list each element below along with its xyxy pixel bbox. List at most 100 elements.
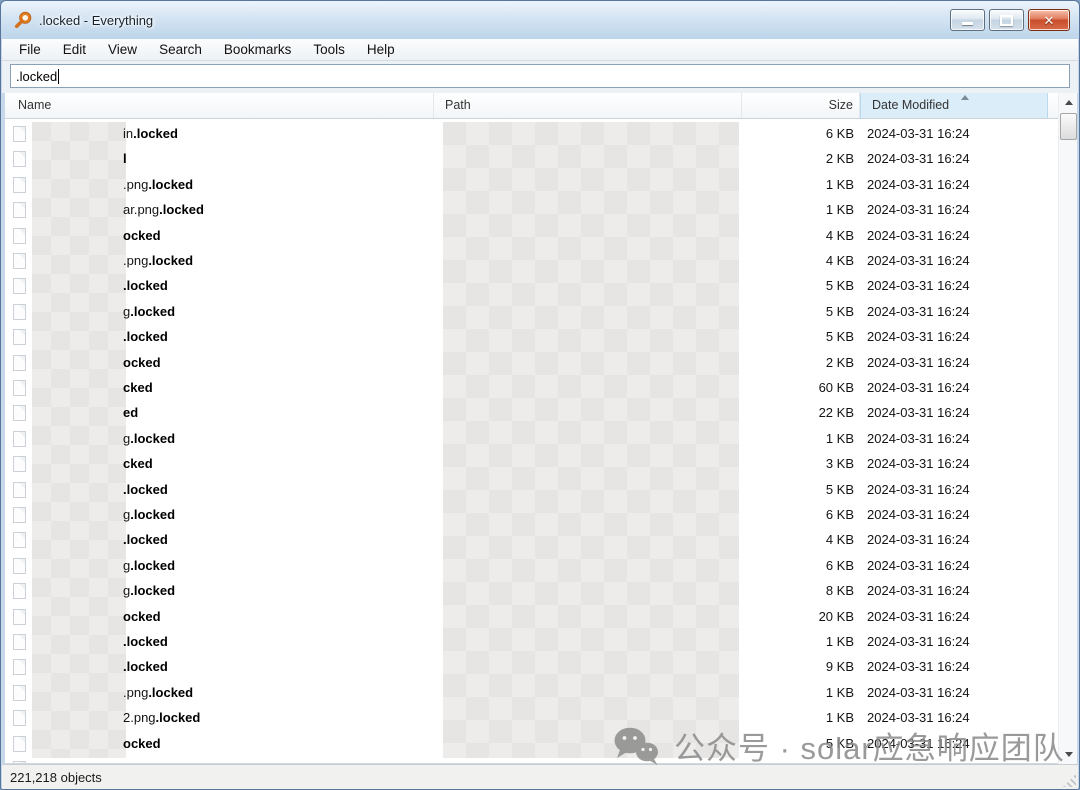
result-row[interactable]: g.locked 6 KB 2024-03-31 16:24 — [5, 553, 1058, 578]
file-icon — [13, 482, 26, 498]
everything-window: .locked - Everything ✕ File Edit View Se… — [0, 0, 1080, 790]
result-row[interactable]: ocked 20 KB 2024-03-31 16:24 — [5, 604, 1058, 629]
menu-search[interactable]: Search — [148, 40, 213, 59]
column-header-size[interactable]: Size — [742, 93, 860, 118]
menu-view[interactable]: View — [97, 40, 148, 59]
result-row[interactable]: .png.locked 1 KB 2024-03-31 16:24 — [5, 680, 1058, 705]
result-row[interactable]: locked — [5, 756, 1058, 764]
result-size: 6 KB — [742, 553, 854, 578]
result-date: 2024-03-31 16:24 — [867, 578, 1037, 603]
result-date: 2024-03-31 16:24 — [867, 477, 1037, 502]
result-row[interactable]: .png.locked 1 KB 2024-03-31 16:24 — [5, 172, 1058, 197]
result-name: ocked — [123, 604, 161, 629]
file-icon — [13, 228, 26, 244]
result-date: 2024-03-31 16:24 — [867, 502, 1037, 527]
menu-edit[interactable]: Edit — [52, 40, 97, 59]
menu-file[interactable]: File — [8, 40, 52, 59]
result-row[interactable]: .locked 5 KB 2024-03-31 16:24 — [5, 324, 1058, 349]
result-size: 2 KB — [742, 146, 854, 171]
result-row[interactable]: ocked 5 KB 2024-03-31 16:24 — [5, 731, 1058, 756]
result-size: 1 KB — [742, 426, 854, 451]
file-icon — [13, 558, 26, 574]
result-name: .locked — [123, 654, 168, 679]
close-button[interactable]: ✕ — [1028, 9, 1070, 31]
result-row[interactable]: ar.png.locked 1 KB 2024-03-31 16:24 — [5, 197, 1058, 222]
close-icon: ✕ — [1044, 14, 1055, 27]
result-row[interactable]: .locked 9 KB 2024-03-31 16:24 — [5, 654, 1058, 679]
file-icon — [13, 380, 26, 396]
result-size: 3 KB — [742, 451, 854, 476]
vertical-scrollbar[interactable] — [1058, 93, 1077, 764]
title-bar[interactable]: .locked - Everything ✕ — [1, 1, 1079, 39]
result-date: 2024-03-31 16:24 — [867, 604, 1037, 629]
result-row[interactable]: ocked 2 KB 2024-03-31 16:24 — [5, 350, 1058, 375]
scroll-up-button[interactable] — [1059, 93, 1078, 112]
screenshot-stage: .locked - Everything ✕ File Edit View Se… — [0, 0, 1080, 790]
file-icon — [13, 710, 26, 726]
result-name: ocked — [123, 731, 161, 756]
column-header-date-modified[interactable]: Date Modified — [860, 93, 1048, 118]
result-name: .locked — [123, 477, 168, 502]
menu-tools[interactable]: Tools — [302, 40, 356, 59]
result-row[interactable]: 2.png.locked 1 KB 2024-03-31 16:24 — [5, 705, 1058, 730]
file-icon — [13, 431, 26, 447]
file-icon — [13, 304, 26, 320]
result-row[interactable]: g.locked 1 KB 2024-03-31 16:24 — [5, 426, 1058, 451]
file-icon — [13, 456, 26, 472]
result-date: 2024-03-31 16:24 — [867, 172, 1037, 197]
result-row[interactable]: l 2 KB 2024-03-31 16:24 — [5, 146, 1058, 171]
everything-app-icon — [14, 11, 32, 29]
result-name: .locked — [123, 273, 168, 298]
result-row[interactable]: .locked 4 KB 2024-03-31 16:24 — [5, 527, 1058, 552]
file-icon — [13, 507, 26, 523]
file-icon — [13, 685, 26, 701]
result-row[interactable]: .locked 5 KB 2024-03-31 16:24 — [5, 273, 1058, 298]
scrollbar-thumb[interactable] — [1060, 113, 1077, 140]
result-date: 2024-03-31 16:24 — [867, 451, 1037, 476]
result-row[interactable]: .locked 1 KB 2024-03-31 16:24 — [5, 629, 1058, 654]
result-row[interactable]: ocked 4 KB 2024-03-31 16:24 — [5, 223, 1058, 248]
window-title: .locked - Everything — [39, 13, 153, 28]
result-size: 8 KB — [742, 578, 854, 603]
search-input[interactable]: .locked — [10, 64, 1070, 88]
result-row[interactable]: in.locked 6 KB 2024-03-31 16:24 — [5, 121, 1058, 146]
column-header-path[interactable]: Path — [434, 93, 742, 118]
result-row[interactable]: ed 22 KB 2024-03-31 16:24 — [5, 400, 1058, 425]
result-name: in.locked — [123, 121, 178, 146]
result-row[interactable]: .locked 5 KB 2024-03-31 16:24 — [5, 477, 1058, 502]
result-name: ocked — [123, 223, 161, 248]
result-size: 4 KB — [742, 248, 854, 273]
result-size: 9 KB — [742, 654, 854, 679]
result-date: 2024-03-31 16:24 — [867, 680, 1037, 705]
file-icon — [13, 177, 26, 193]
scroll-down-button[interactable] — [1059, 745, 1078, 764]
file-icon — [13, 532, 26, 548]
result-name: g.locked — [123, 426, 175, 451]
result-name: ar.png.locked — [123, 197, 204, 222]
column-header-date-label: Date Modified — [872, 98, 949, 112]
file-icon — [13, 126, 26, 142]
result-name: g.locked — [123, 502, 175, 527]
file-icon — [13, 405, 26, 421]
menu-help[interactable]: Help — [356, 40, 406, 59]
arrow-down-icon — [1065, 752, 1073, 757]
result-row[interactable]: g.locked 5 KB 2024-03-31 16:24 — [5, 299, 1058, 324]
result-row[interactable]: cked 60 KB 2024-03-31 16:24 — [5, 375, 1058, 400]
column-header-name[interactable]: Name — [5, 93, 434, 118]
minimize-button[interactable] — [950, 9, 985, 31]
result-date: 2024-03-31 16:24 — [867, 223, 1037, 248]
result-date: 2024-03-31 16:24 — [867, 527, 1037, 552]
file-icon — [13, 278, 26, 294]
result-row[interactable]: cked 3 KB 2024-03-31 16:24 — [5, 451, 1058, 476]
result-size: 5 KB — [742, 299, 854, 324]
result-row[interactable]: g.locked 6 KB 2024-03-31 16:24 — [5, 502, 1058, 527]
results-header: Name Path Size Date Modified — [5, 93, 1058, 119]
result-row[interactable]: .png.locked 4 KB 2024-03-31 16:24 — [5, 248, 1058, 273]
resize-grip[interactable] — [1063, 774, 1076, 787]
result-row[interactable]: g.locked 8 KB 2024-03-31 16:24 — [5, 578, 1058, 603]
maximize-button[interactable] — [989, 9, 1024, 31]
menu-bookmarks[interactable]: Bookmarks — [213, 40, 303, 59]
result-date: 2024-03-31 16:24 — [867, 553, 1037, 578]
file-icon — [13, 634, 26, 650]
result-size: 1 KB — [742, 172, 854, 197]
